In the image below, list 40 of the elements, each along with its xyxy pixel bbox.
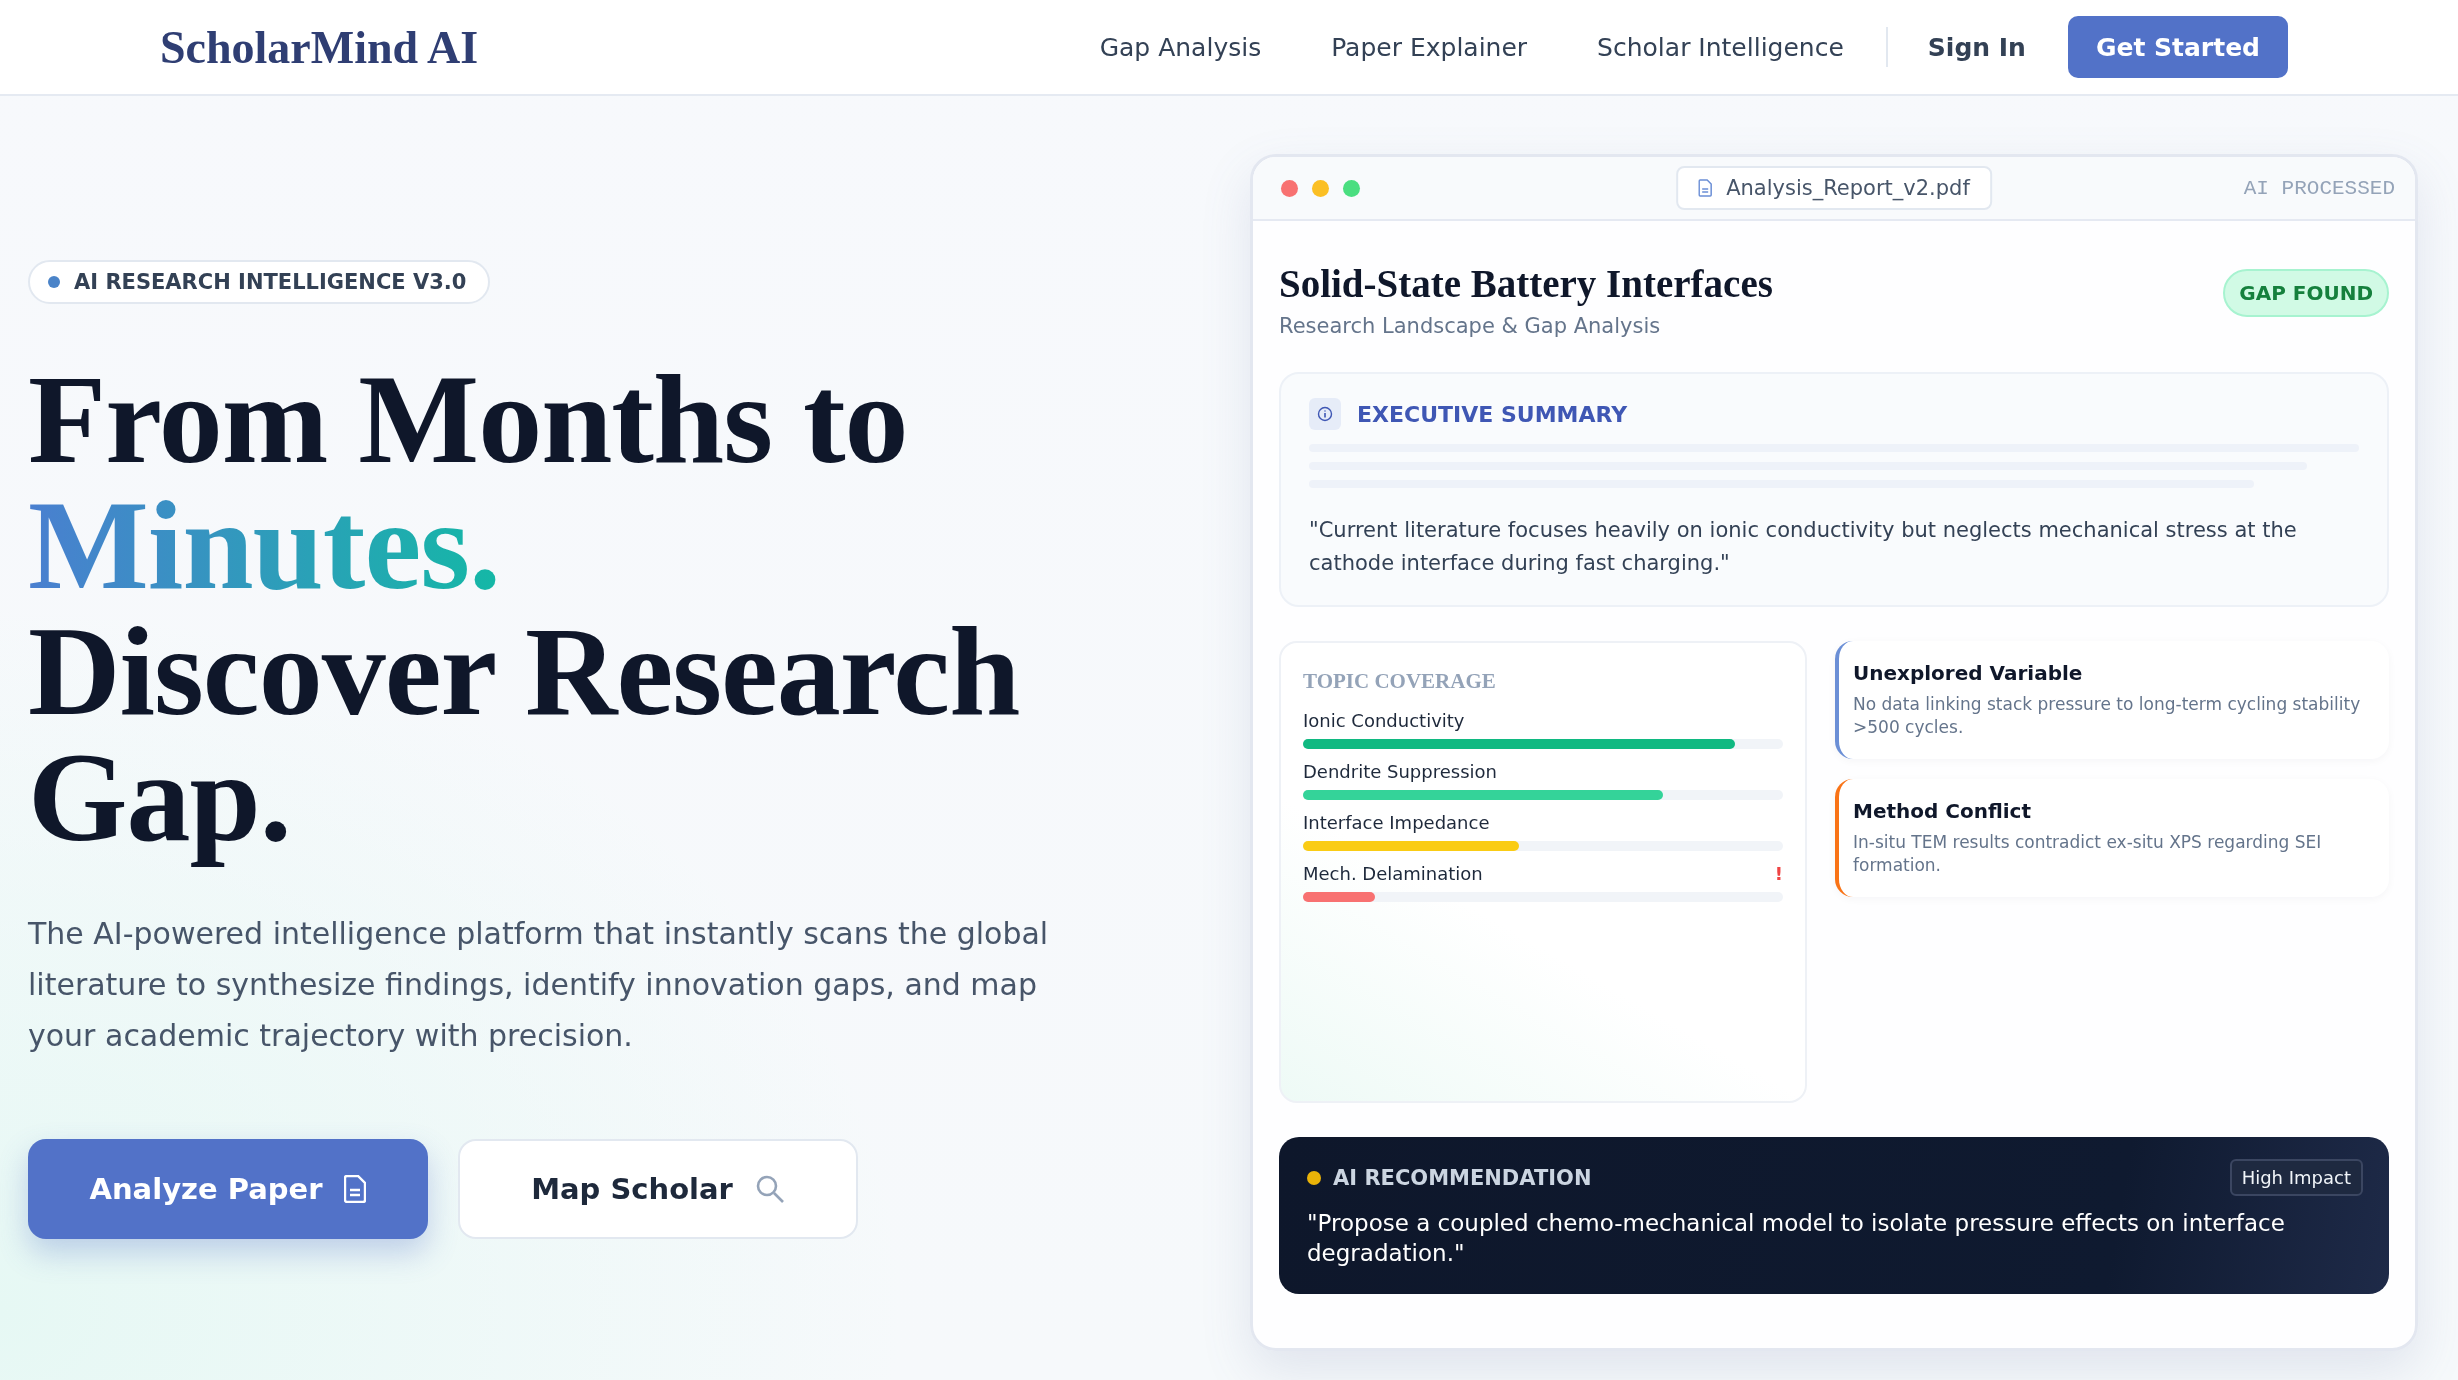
finding-text: In-situ TEM results contradict ex-situ XPS regarding SEI formation. <box>1853 831 2323 877</box>
search-icon <box>754 1174 785 1204</box>
file-name: Analysis_Report_v2.pdf <box>1726 176 1970 200</box>
warning-mark: ! <box>1774 863 1783 884</box>
finding-title: Method Conflict <box>1853 799 2033 823</box>
logo[interactable]: ScholarMind AI <box>160 20 479 74</box>
hero-headline: From Months to Minutes. Discover Research Gap. <box>28 347 1021 870</box>
status-label: AI PROCESSED <box>2243 176 2395 200</box>
coverage-heading: TOPIC COVERAGE <box>1303 669 1497 694</box>
report-subtitle: Research Landscape & Gap Analysis <box>1279 314 1662 338</box>
status-dot <box>48 276 60 288</box>
window-dot <box>1281 179 1298 197</box>
summary-heading: EXECUTIVE SUMMARY <box>1357 401 1628 427</box>
window-dot <box>1312 179 1329 197</box>
info-icon <box>1309 398 1341 430</box>
recommendation-heading: AI RECOMMENDATION <box>1333 1165 1592 1190</box>
get-started-button[interactable]: Get Started <box>2067 16 2288 78</box>
topic-label: Interface Impedance <box>1303 812 1490 833</box>
nav-link[interactable]: Scholar Intelligence <box>1597 32 1844 62</box>
document-icon <box>1698 179 1713 197</box>
summary-quote: "Current literature focuses heavily on ionic conductivity but neglects mechanical stress at the cathode interface during fast charging." <box>1309 517 2298 577</box>
hero-description: The AI-powered intelligence platform that instantly scans the global literature to synthesize findings, identify innovation gaps, and map your academic trajectory with precision. <box>28 915 1050 1055</box>
analyze-button[interactable]: Analyze Paper <box>28 1139 428 1239</box>
topic-label: Ionic Conductivity <box>1303 710 1465 731</box>
document-icon <box>344 1175 367 1203</box>
status-dot <box>1307 1170 1321 1185</box>
badge-label: AI RESEARCH INTELLIGENCE V3.0 <box>74 270 467 294</box>
map-button[interactable]: Map Scholar <box>458 1139 858 1239</box>
sign-in-link[interactable]: Sign In <box>1927 32 2026 62</box>
finding-title: Unexplored Variable <box>1853 661 2084 685</box>
finding-text: No data linking stack pressure to long-term cycling stability >500 cycles. <box>1853 693 2362 739</box>
status-badge: GAP FOUND <box>2223 269 2389 317</box>
window-dot <box>1343 179 1360 197</box>
topic-label: Mech. Delamination <box>1303 863 1483 884</box>
recommendation-text: "Propose a coupled chemo-mechanical model to isolate pressure effects on interface degradation." <box>1307 1209 2286 1268</box>
nav-link[interactable]: Paper Explainer <box>1331 32 1528 62</box>
impact-tag: High Impact <box>2229 1159 2363 1196</box>
report-title: Solid-State Battery Interfaces <box>1279 261 1773 306</box>
topic-label: Dendrite Suppression <box>1303 761 1497 782</box>
nav-link[interactable]: Gap Analysis <box>1099 32 1262 62</box>
